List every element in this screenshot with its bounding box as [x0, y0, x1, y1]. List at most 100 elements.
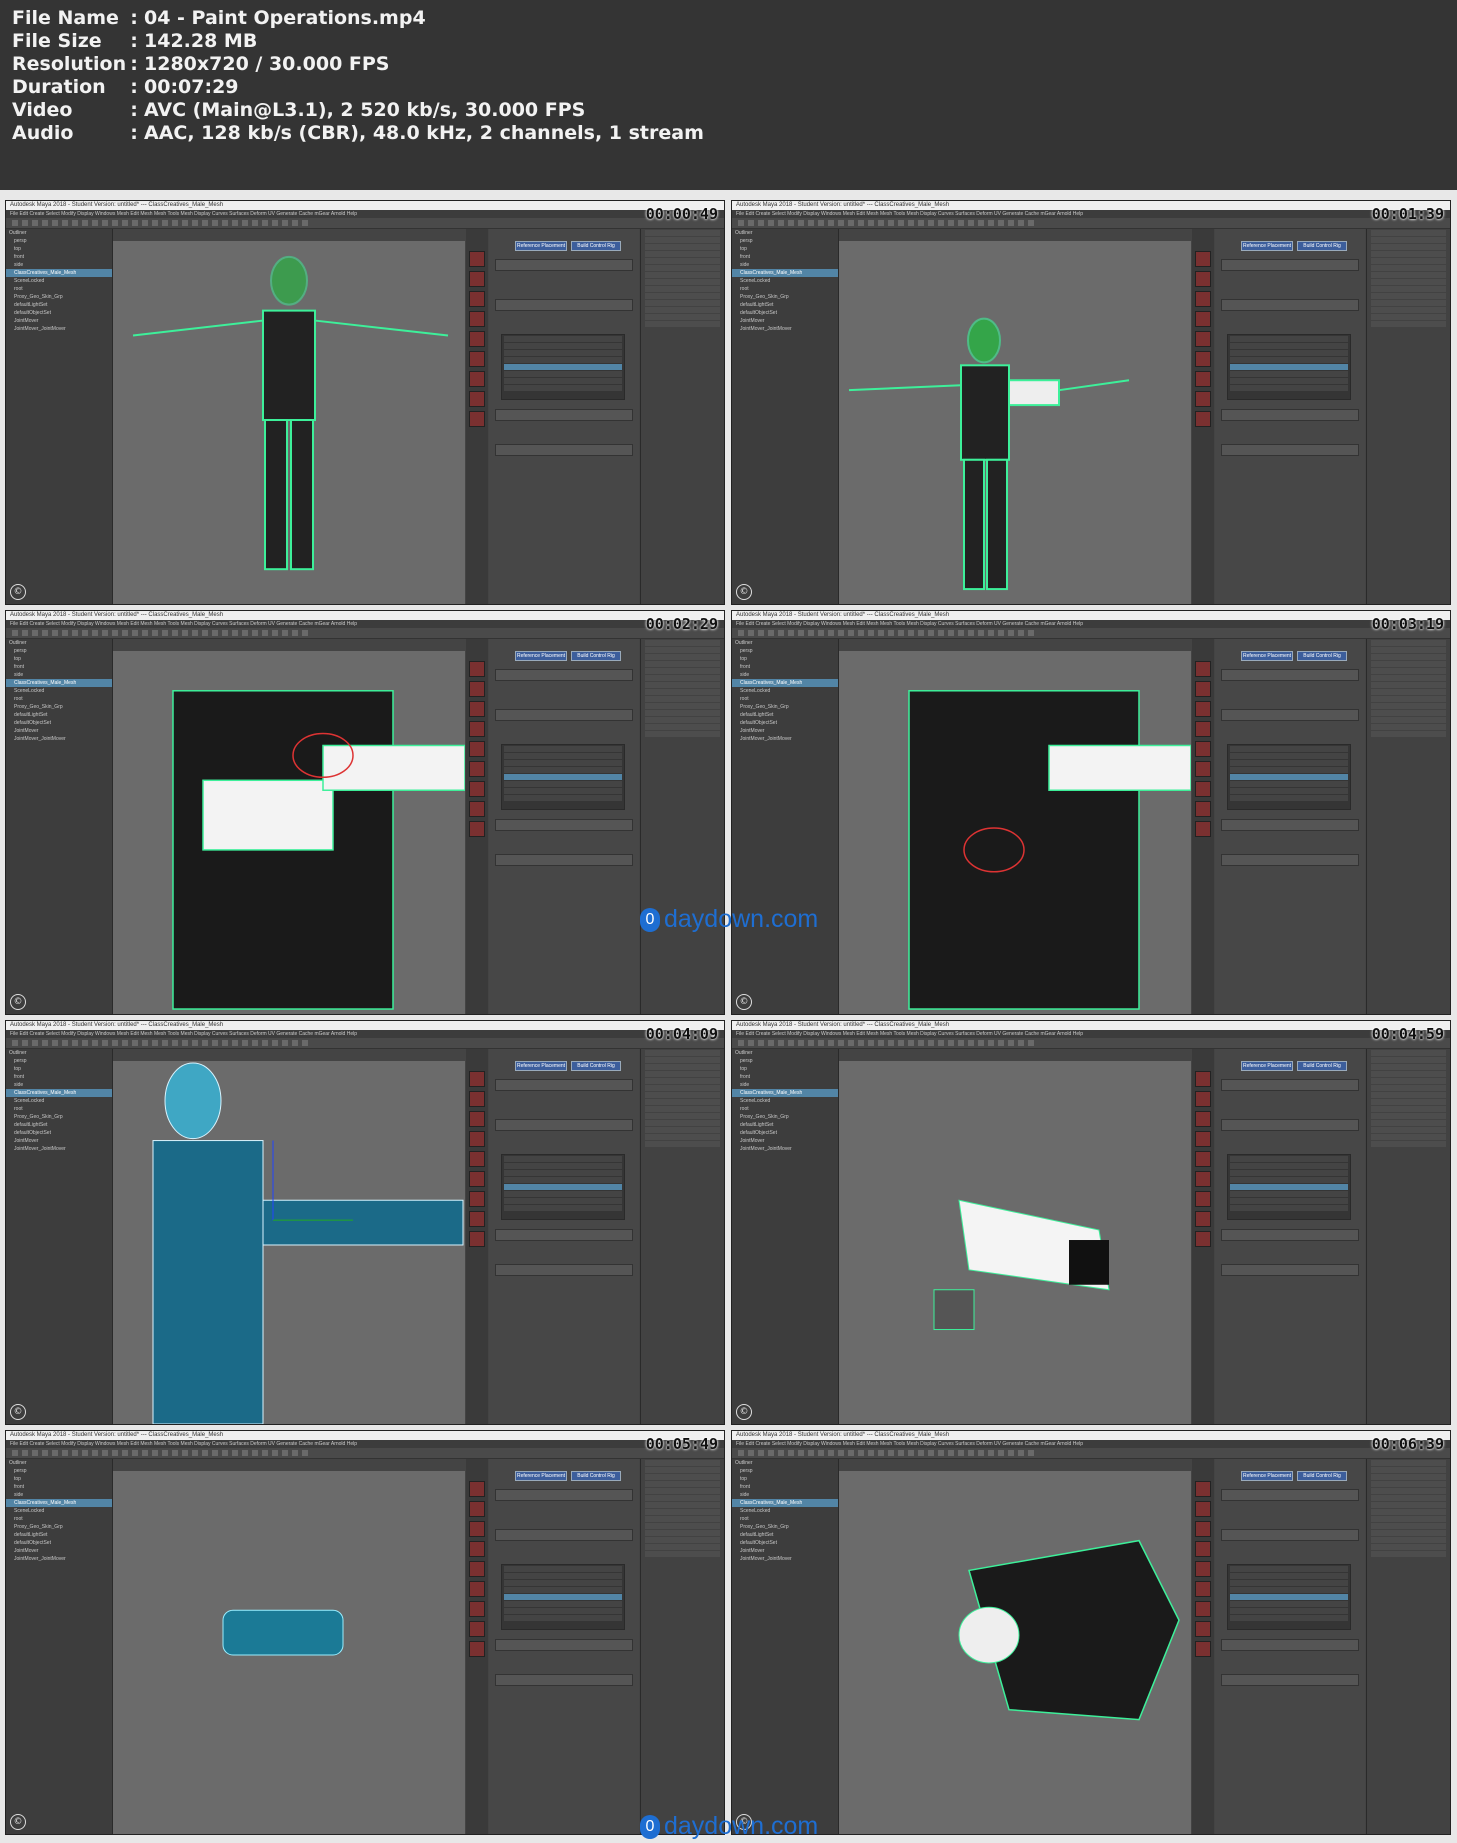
- shelf-icon[interactable]: [858, 1040, 864, 1046]
- tool-icon[interactable]: [469, 331, 485, 347]
- maya-viewport[interactable]: [113, 1049, 465, 1424]
- outliner-item[interactable]: ClassCreatives_Male_Mesh: [732, 269, 838, 277]
- channel-row[interactable]: [645, 1064, 720, 1070]
- tool-icon[interactable]: [1195, 291, 1211, 307]
- reference-placement-button[interactable]: Reference Placement: [1241, 241, 1293, 251]
- outliner-item[interactable]: defaultLightSet: [732, 301, 838, 309]
- influence-list-item[interactable]: [1230, 1594, 1348, 1600]
- influence-list[interactable]: [501, 1154, 625, 1220]
- shelf-icon[interactable]: [958, 1040, 964, 1046]
- paint-operations-section[interactable]: [1221, 409, 1359, 421]
- channel-row[interactable]: [645, 1113, 720, 1119]
- tool-icon[interactable]: [469, 721, 485, 737]
- tool-icon[interactable]: [469, 291, 485, 307]
- outliner-item[interactable]: ClassCreatives_Male_Mesh: [6, 269, 112, 277]
- shelf-icon[interactable]: [948, 1450, 954, 1456]
- outliner-item[interactable]: top: [732, 655, 838, 663]
- influence-list-item[interactable]: [1230, 781, 1348, 787]
- channel-row[interactable]: [1371, 314, 1446, 320]
- tool-icon[interactable]: [1195, 1191, 1211, 1207]
- outliner-item[interactable]: JointMover: [732, 727, 838, 735]
- shelf-icon[interactable]: [252, 630, 258, 636]
- channel-row[interactable]: [1371, 668, 1446, 674]
- display-settings-section[interactable]: [495, 854, 633, 866]
- shelf-icon[interactable]: [868, 630, 874, 636]
- shelf-icon[interactable]: [282, 1450, 288, 1456]
- influence-list-item[interactable]: [1230, 774, 1348, 780]
- shelf-icon[interactable]: [1028, 220, 1034, 226]
- channel-row[interactable]: [1371, 1127, 1446, 1133]
- tool-settings-section[interactable]: [1221, 259, 1359, 271]
- paint-operations-section[interactable]: [495, 409, 633, 421]
- tool-icon[interactable]: [469, 1131, 485, 1147]
- channel-row[interactable]: [1371, 675, 1446, 681]
- channel-row[interactable]: [645, 1488, 720, 1494]
- channel-row[interactable]: [1371, 272, 1446, 278]
- tool-settings-section[interactable]: [495, 1489, 633, 1501]
- maya-menu-bar[interactable]: File Edit Create Select Modify Display W…: [6, 1030, 724, 1038]
- outliner-item[interactable]: root: [732, 285, 838, 293]
- outliner-item[interactable]: JointMover_JointMover: [6, 735, 112, 743]
- tool-settings-section[interactable]: [495, 1079, 633, 1091]
- shelf-icon[interactable]: [1028, 1040, 1034, 1046]
- display-settings-section[interactable]: [1221, 1674, 1359, 1686]
- tool-icon[interactable]: [469, 1481, 485, 1497]
- influence-section[interactable]: [1221, 709, 1359, 721]
- shelf-icon[interactable]: [808, 1450, 814, 1456]
- shelf-icon[interactable]: [32, 630, 38, 636]
- shelf-icon[interactable]: [102, 1040, 108, 1046]
- shelf-icon[interactable]: [52, 630, 58, 636]
- influence-list-item[interactable]: [504, 1163, 622, 1169]
- tool-icon[interactable]: [1195, 351, 1211, 367]
- channel-row[interactable]: [1371, 286, 1446, 292]
- viewport-toolbar[interactable]: [839, 229, 1191, 241]
- outliner-item[interactable]: ClassCreatives_Male_Mesh: [6, 679, 112, 687]
- channel-row[interactable]: [645, 1050, 720, 1056]
- channel-row[interactable]: [645, 640, 720, 646]
- maya-menu-bar[interactable]: File Edit Create Select Modify Display W…: [6, 620, 724, 628]
- shelf-icon[interactable]: [122, 630, 128, 636]
- channel-row[interactable]: [1371, 731, 1446, 737]
- shelf-icon[interactable]: [958, 1450, 964, 1456]
- shelf-icon[interactable]: [112, 1450, 118, 1456]
- shelf-icon[interactable]: [778, 1040, 784, 1046]
- channel-row[interactable]: [1371, 1113, 1446, 1119]
- channel-row[interactable]: [1371, 1106, 1446, 1112]
- channel-row[interactable]: [1371, 640, 1446, 646]
- maya-menu-bar[interactable]: File Edit Create Select Modify Display W…: [6, 210, 724, 218]
- outliner-item[interactable]: top: [732, 1475, 838, 1483]
- shelf-icon[interactable]: [888, 220, 894, 226]
- shelf-icon[interactable]: [928, 1450, 934, 1456]
- tool-icon[interactable]: [1195, 1111, 1211, 1127]
- influence-list-item[interactable]: [1230, 753, 1348, 759]
- tool-icon[interactable]: [1195, 1211, 1211, 1227]
- shelf-icon[interactable]: [828, 630, 834, 636]
- outliner-item[interactable]: Proxy_Geo_Skin_Grp: [6, 1523, 112, 1531]
- display-settings-section[interactable]: [495, 1264, 633, 1276]
- channel-row[interactable]: [645, 654, 720, 660]
- tool-icon[interactable]: [469, 391, 485, 407]
- shelf-icon[interactable]: [778, 220, 784, 226]
- shelf-icon[interactable]: [938, 1450, 944, 1456]
- channel-row[interactable]: [645, 293, 720, 299]
- maya-menu-bar[interactable]: File Edit Create Select Modify Display W…: [732, 620, 1450, 628]
- shelf-icon[interactable]: [12, 630, 18, 636]
- shelf-icon[interactable]: [172, 1040, 178, 1046]
- tool-icon[interactable]: [469, 1561, 485, 1577]
- outliner-item[interactable]: Proxy_Geo_Skin_Grp: [732, 703, 838, 711]
- outliner-item[interactable]: SceneLocked: [732, 1097, 838, 1105]
- shelf-icon[interactable]: [162, 1450, 168, 1456]
- tool-icon[interactable]: [469, 1581, 485, 1597]
- shelf-icon[interactable]: [232, 220, 238, 226]
- tool-icon[interactable]: [1195, 721, 1211, 737]
- shelf-icon[interactable]: [888, 1450, 894, 1456]
- outliner-item[interactable]: SceneLocked: [732, 277, 838, 285]
- channel-row[interactable]: [1371, 654, 1446, 660]
- outliner-item[interactable]: root: [732, 1515, 838, 1523]
- influence-list-item[interactable]: [504, 767, 622, 773]
- channel-row[interactable]: [645, 1071, 720, 1077]
- shelf-icon[interactable]: [222, 630, 228, 636]
- influence-list-item[interactable]: [504, 1184, 622, 1190]
- shelf-icon[interactable]: [1018, 630, 1024, 636]
- channel-row[interactable]: [1371, 661, 1446, 667]
